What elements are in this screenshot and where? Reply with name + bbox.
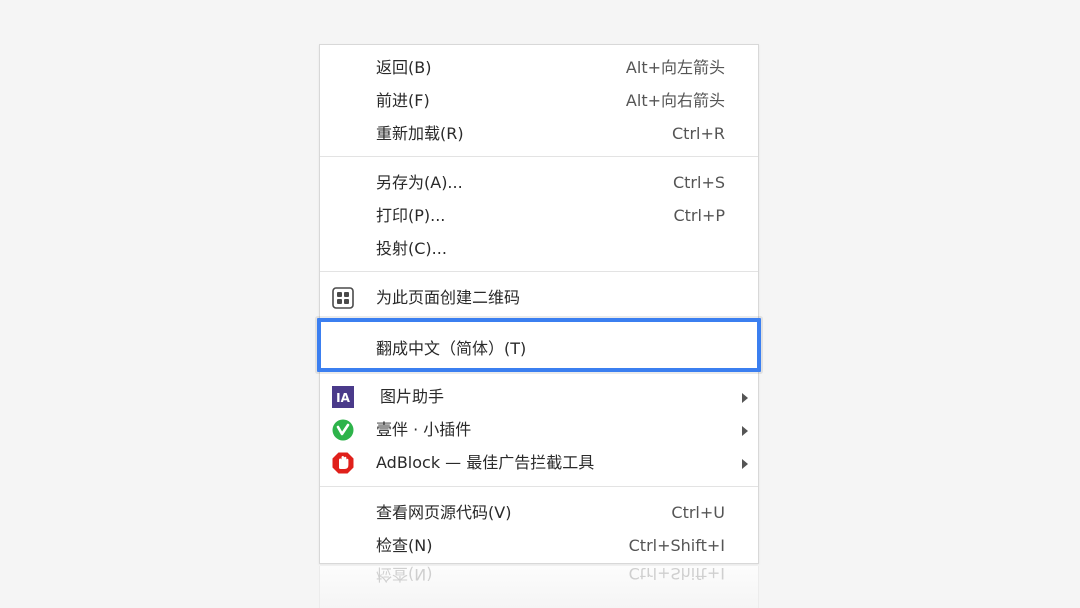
- menu-item-back-label: 返回(B): [376, 58, 432, 77]
- menu-item-print-label: 打印(P)...: [376, 206, 446, 225]
- menu-item-adblock[interactable]: AdBlock — 最佳广告拦截工具: [320, 447, 758, 479]
- menu-item-image-helper[interactable]: IA 图片助手: [320, 381, 758, 413]
- submenu-arrow-icon: [742, 426, 748, 436]
- menu-item-save-as[interactable]: 另存为(A)... Ctrl+S: [320, 167, 758, 199]
- menu-item-cast[interactable]: 投射(C)...: [320, 233, 758, 265]
- reflection-inspect-label: 检查(N): [376, 566, 433, 584]
- menu-item-reload[interactable]: 重新加载(R) Ctrl+R: [320, 118, 758, 150]
- adblock-icon: [332, 452, 354, 474]
- menu-item-print-shortcut: Ctrl+P: [673, 206, 725, 225]
- menu-separator: [320, 271, 758, 272]
- menu-item-forward-label: 前进(F): [376, 91, 430, 110]
- menu-item-translate[interactable]: 翻成中文（简体）(T): [320, 333, 758, 365]
- menu-item-print[interactable]: 打印(P)... Ctrl+P: [320, 200, 758, 232]
- submenu-arrow-icon: [742, 459, 748, 469]
- menu-separator: [320, 156, 758, 157]
- menu-item-inspect-shortcut: Ctrl+Shift+I: [628, 536, 725, 555]
- menu-item-yiban[interactable]: 壹伴 · 小插件: [320, 414, 758, 446]
- reflection-inspect-shortcut: Ctrl+Shift+I: [628, 566, 725, 583]
- menu-item-save-as-label: 另存为(A)...: [376, 173, 463, 192]
- menu-item-view-source-shortcut: Ctrl+U: [671, 503, 725, 522]
- menu-item-save-as-shortcut: Ctrl+S: [672, 173, 725, 192]
- menu-item-cast-label: 投射(C)...: [376, 239, 447, 258]
- menu-reflection: 检查(N) Ctrl+Shift+I: [319, 566, 759, 608]
- menu-item-back-shortcut: Alt+向左箭头: [625, 58, 725, 77]
- image-helper-icon: IA: [332, 386, 354, 408]
- menu-item-reload-shortcut: Ctrl+R: [672, 124, 725, 143]
- context-menu: 返回(B) Alt+向左箭头 前进(F) Alt+向右箭头 重新加载(R) Ct…: [317, 44, 761, 564]
- menu-item-inspect-label: 检查(N): [376, 536, 433, 555]
- menu-item-yiban-label: 壹伴 · 小插件: [376, 420, 472, 439]
- menu-item-qr-code[interactable]: 为此页面创建二维码: [320, 282, 758, 314]
- menu-item-forward-shortcut: Alt+向右箭头: [625, 91, 725, 110]
- menu-item-back[interactable]: 返回(B) Alt+向左箭头: [320, 52, 758, 84]
- menu-separator: [320, 486, 758, 487]
- menu-item-translate-label: 翻成中文（简体）(T): [376, 339, 527, 358]
- menu-item-image-helper-label: 图片助手: [380, 387, 445, 406]
- yiban-icon: [332, 419, 354, 441]
- menu-item-adblock-label: AdBlock — 最佳广告拦截工具: [376, 453, 595, 472]
- svg-text:IA: IA: [336, 391, 350, 405]
- menu-item-qr-code-label: 为此页面创建二维码: [376, 288, 521, 307]
- menu-item-reload-label: 重新加载(R): [376, 124, 464, 143]
- menu-item-view-source[interactable]: 查看网页源代码(V) Ctrl+U: [320, 497, 758, 529]
- menu-item-inspect[interactable]: 检查(N) Ctrl+Shift+I: [320, 530, 758, 562]
- menu-item-view-source-label: 查看网页源代码(V): [376, 503, 512, 522]
- screen: 返回(B) Alt+向左箭头 前进(F) Alt+向右箭头 重新加载(R) Ct…: [0, 0, 1080, 608]
- submenu-arrow-icon: [742, 393, 748, 403]
- menu-item-forward[interactable]: 前进(F) Alt+向右箭头: [320, 85, 758, 117]
- qr-code-icon: [332, 287, 354, 309]
